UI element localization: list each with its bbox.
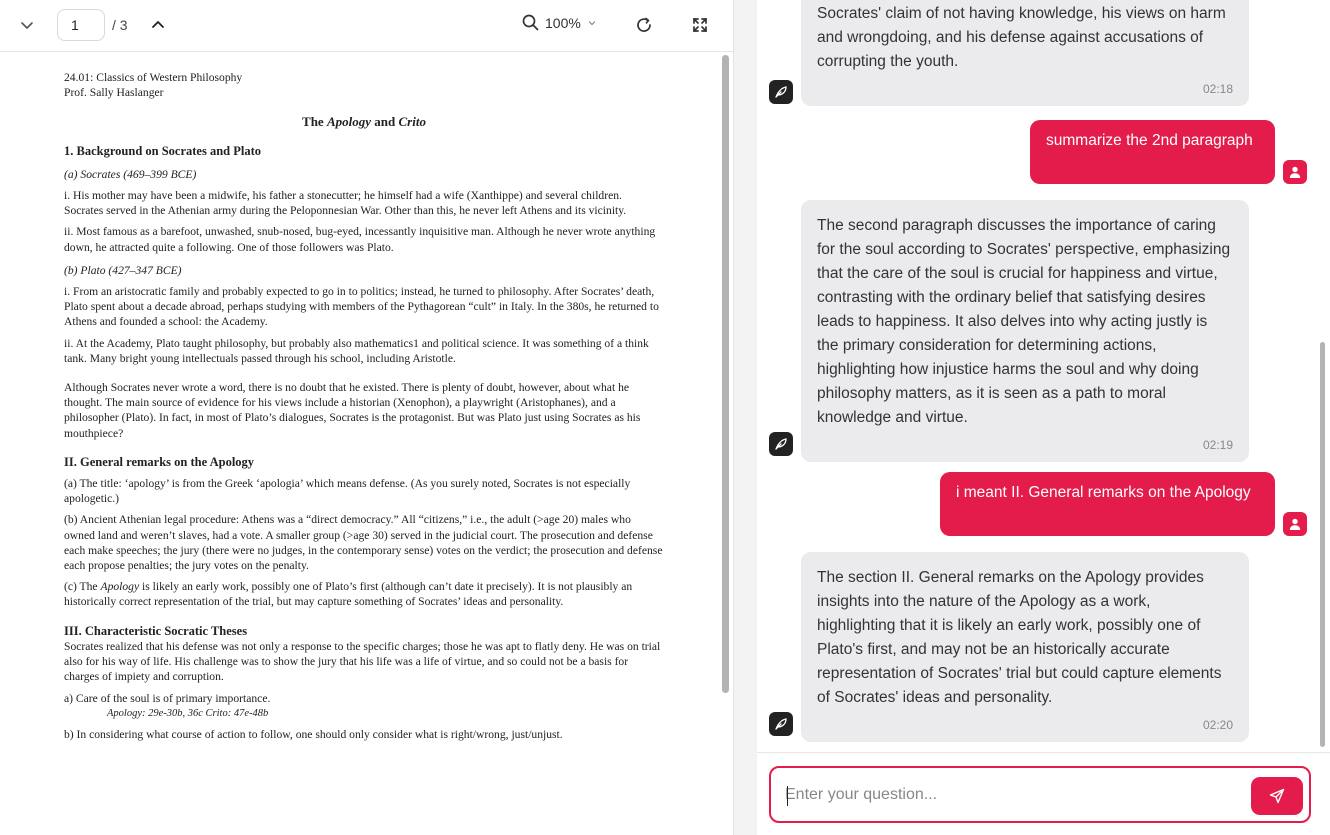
- message-text: Socrates' claim of not having knowledge,…: [817, 5, 1226, 70]
- chat-panel: Socrates' claim of not having knowledge,…: [757, 0, 1330, 835]
- chevron-down-icon: [588, 20, 596, 25]
- send-button[interactable]: [1251, 777, 1303, 815]
- chat-scrollbar[interactable]: [1320, 342, 1325, 747]
- pdf-toolbar: 1 / 3 100%: [0, 0, 733, 52]
- user-message: i meant II. General remarks on the Apolo…: [940, 472, 1275, 536]
- pdf-viewer: 1 / 3 100% 24.01: Classics of Western Ph…: [0, 0, 733, 835]
- section-1b: (b) Plato (427–347 BCE): [64, 263, 182, 277]
- section-2-heading: II. General remarks on the Apology: [64, 454, 255, 469]
- message-text: summarize the 2nd paragraph: [1046, 132, 1253, 149]
- user-avatar: [1283, 160, 1307, 184]
- text-caret: [787, 786, 788, 806]
- next-page-button[interactable]: [147, 14, 169, 36]
- search-icon: [522, 14, 539, 31]
- question-input[interactable]: [785, 782, 1245, 808]
- page-number-input[interactable]: 1: [57, 9, 105, 41]
- pdf-scrollbar[interactable]: [722, 55, 729, 693]
- feather-icon: [775, 718, 787, 730]
- message-text: i meant II. General remarks on the Apolo…: [956, 484, 1251, 501]
- page-total-label: / 3: [112, 17, 128, 33]
- bot-message: The section II. General remarks on the A…: [801, 552, 1249, 742]
- message-text: The section II. General remarks on the A…: [817, 569, 1222, 706]
- chat-history[interactable]: Socrates' claim of not having knowledge,…: [757, 0, 1330, 752]
- bot-message: The second paragraph discusses the impor…: [801, 200, 1249, 462]
- message-time: 02:19: [1202, 438, 1233, 452]
- pdf-page: 24.01: Classics of Western Philosophy Pr…: [64, 70, 664, 742]
- send-icon: [1269, 788, 1285, 804]
- section-1-paragraph: Although Socrates never wrote a word, th…: [64, 381, 641, 440]
- chat-input-box: [769, 766, 1311, 823]
- chevron-down-icon: [21, 22, 33, 29]
- course-line: 24.01: Classics of Western Philosophy: [64, 71, 243, 84]
- bot-avatar: [769, 80, 793, 104]
- message-time: 02:18: [1202, 82, 1233, 96]
- section-1b-ii: ii. At the Academy, Plato taught philoso…: [64, 336, 649, 365]
- refresh-icon: [637, 17, 651, 32]
- pdf-page-area[interactable]: 24.01: Classics of Western Philosophy Pr…: [0, 53, 733, 835]
- user-icon: [1289, 166, 1301, 178]
- bot-avatar: [769, 712, 793, 736]
- section-1-heading: 1. Background on Socrates and Plato: [64, 143, 262, 158]
- section-3a: a) Care of the soul is of primary import…: [64, 691, 271, 705]
- message-text: The second paragraph discusses the impor…: [817, 217, 1231, 426]
- chat-input-divider: [757, 752, 1330, 753]
- bot-message: Socrates' claim of not having knowledge,…: [801, 0, 1249, 106]
- prev-page-button[interactable]: [16, 14, 38, 36]
- section-1a: (a) Socrates (469–399 BCE): [64, 167, 197, 181]
- user-icon: [1289, 518, 1301, 530]
- professor-line: Prof. Sally Haslanger: [64, 86, 164, 100]
- section-2a: (a) The title: ‘apology’ is from the Gre…: [64, 477, 631, 506]
- document-title: The Apology and Crito: [302, 114, 426, 130]
- fullscreen-icon: [693, 18, 707, 32]
- bot-avatar: [769, 432, 793, 456]
- section-2c: (c) The Apology is likely an early work,…: [64, 580, 633, 609]
- zoom-level: 100%: [545, 14, 581, 31]
- user-avatar: [1283, 512, 1307, 536]
- message-time: 02:20: [1202, 718, 1233, 732]
- section-1a-ii: ii. Most famous as a barefoot, unwashed,…: [64, 225, 656, 254]
- refresh-button[interactable]: [633, 14, 655, 36]
- section-1a-i: i. His mother may have been a midwife, h…: [64, 189, 627, 218]
- feather-icon: [775, 86, 787, 98]
- section-3-paragraph: Socrates realized that his defense was n…: [64, 639, 661, 684]
- section-1b-i: i. From an aristocratic family and proba…: [64, 285, 659, 329]
- user-message: summarize the 2nd paragraph: [1030, 120, 1275, 184]
- section-3-heading: III. Characteristic Socratic Theses: [64, 623, 248, 638]
- chevron-up-icon: [152, 21, 164, 28]
- section-2b: (b) Ancient Athenian legal procedure: At…: [64, 513, 663, 573]
- feather-icon: [775, 438, 787, 450]
- section-3a-reference: Apology: 29e-30b, 36c Crito: 47e-48b: [107, 707, 269, 719]
- section-3b: b) In considering what course of action …: [64, 727, 563, 741]
- zoom-control[interactable]: 100%: [522, 14, 597, 31]
- pane-divider[interactable]: [733, 0, 757, 835]
- fullscreen-button[interactable]: [689, 14, 711, 36]
- app-window: 1 / 3 100% 24.01: Classics of Western Ph…: [0, 0, 1330, 835]
